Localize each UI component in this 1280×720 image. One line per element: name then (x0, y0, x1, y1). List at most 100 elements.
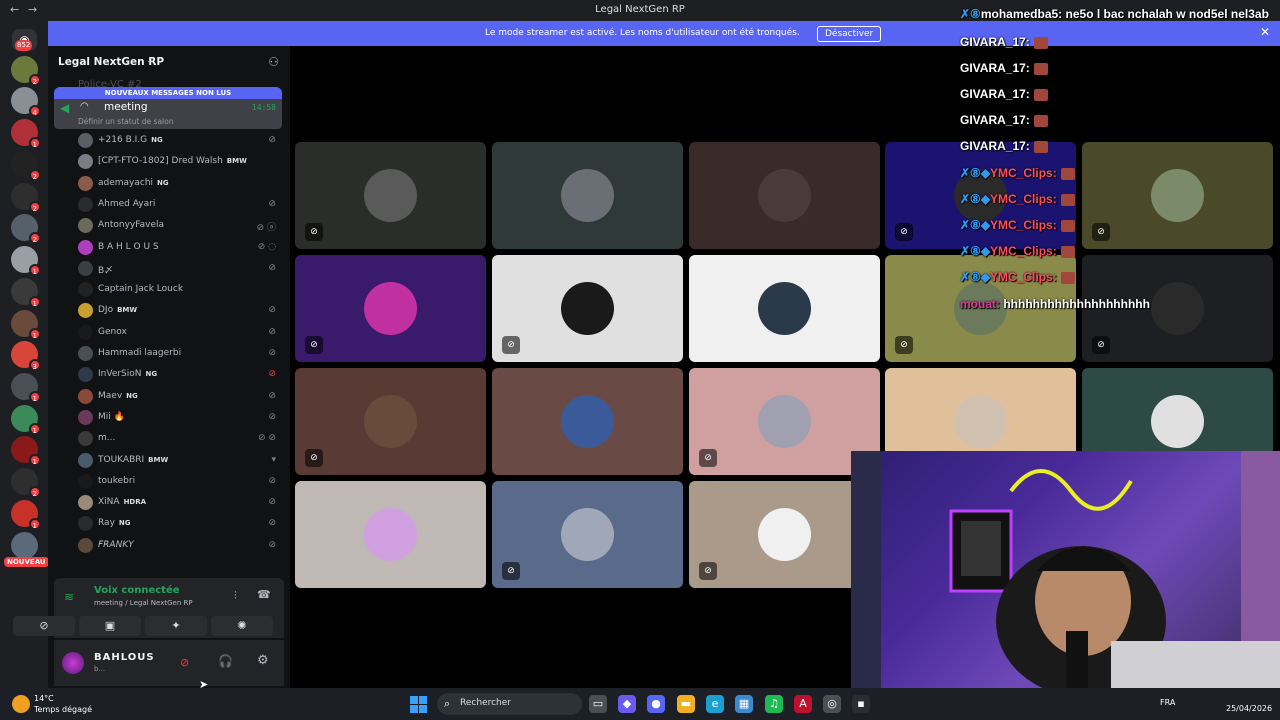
taskbar-app-icon[interactable]: A (794, 695, 812, 713)
taskbar-app-icon[interactable]: ● (647, 695, 665, 713)
unread-messages-pill[interactable]: NOUVEAUX MESSAGES NON LUS (54, 87, 282, 99)
activities-icon[interactable]: ✦ (145, 616, 207, 636)
signal-icon[interactable]: ≋ (64, 590, 74, 604)
server-icon[interactable]: 1 (11, 500, 41, 530)
taskbar-app-icon[interactable]: e (706, 695, 724, 713)
participant-tile[interactable] (492, 142, 683, 249)
language-indicator[interactable]: FRA (1160, 698, 1175, 707)
voice-member[interactable]: InVerSioN NG ⊘ (78, 365, 278, 385)
participant-tile[interactable] (689, 142, 880, 249)
voice-channel-meeting[interactable]: ◀ ◠ meeting 14:58 Définir un statut de s… (54, 99, 282, 129)
emote-icon (1033, 88, 1048, 101)
member-name-text: InVerSioN (98, 369, 142, 380)
soundboard-icon[interactable]: ✺ (211, 616, 273, 636)
participant-tile[interactable]: ⊘ (295, 368, 486, 475)
avatar (758, 282, 811, 335)
muted-mic-icon: ⊘ (502, 336, 520, 354)
voice-member[interactable]: Hammadi laagerbi ⊘ (78, 344, 278, 364)
chat-username: YMC_Clips: (990, 166, 1057, 180)
voice-member[interactable]: +216 B.I.G NG ⊘ (78, 131, 278, 151)
voice-member[interactable]: ademayachi NG (78, 174, 278, 194)
disable-streamer-mode-button[interactable]: Désactiver (817, 26, 882, 42)
server-icon[interactable]: 2 (11, 468, 41, 498)
voice-member[interactable]: DJo BMW ⊘ (78, 301, 278, 321)
taskbar-search[interactable]: ⌕ Rechercher (437, 693, 582, 715)
windows-start-icon[interactable] (410, 696, 427, 713)
emote-icon (1033, 114, 1048, 127)
voice-member[interactable]: Maev NG ⊘ (78, 387, 278, 407)
member-name: Ahmed Ayari (98, 199, 155, 209)
voice-member[interactable]: Genox ⊘ (78, 323, 278, 343)
chat-username: GIVARA_17: (960, 87, 1030, 101)
member-name-text: ademayachi (98, 177, 154, 188)
server-icon[interactable]: 1 (11, 310, 41, 340)
taskbar-app-icon[interactable]: ▬ (677, 695, 695, 713)
taskbar-app-icon[interactable]: ▪ (852, 695, 870, 713)
server-icon[interactable]: 1 (11, 119, 41, 149)
voice-location[interactable]: meeting / Legal NextGen RP (94, 599, 193, 607)
camera-off-icon[interactable]: ⊘ (13, 616, 75, 636)
voice-member[interactable]: TOUKABRI BMW ▾ (78, 451, 278, 471)
taskbar-app-icon[interactable]: ▦ (735, 695, 753, 713)
server-icon[interactable]: 2 (11, 151, 41, 181)
voice-member[interactable]: 𝘍𝘙𝘈𝘕𝘒𝘠 ⊘ (78, 536, 278, 556)
channel-status[interactable]: Définir un statut de salon (78, 117, 173, 126)
gear-icon[interactable]: ⚙ (257, 653, 269, 668)
voice-member[interactable]: Ahmed Ayari ⊘ (78, 195, 278, 215)
participant-tile[interactable]: ⊘ (295, 142, 486, 249)
voice-member[interactable]: [CPT-FTO-1802] Dred Walsh BMW (78, 152, 278, 172)
headset-icon[interactable]: 🎧 (218, 654, 233, 668)
voice-member[interactable]: AntonyyFavela ⊘ ⓐ (78, 216, 278, 236)
disconnect-icon[interactable]: ☎ (257, 588, 271, 601)
close-icon[interactable]: ✕ (1260, 25, 1270, 39)
speaker-icon: ◀ (60, 101, 70, 115)
participant-tile[interactable]: ⊘ (492, 481, 683, 588)
participant-tile[interactable] (689, 255, 880, 362)
member-name: Captain Jack Louck (98, 284, 183, 294)
server-icon[interactable]: 3 (11, 341, 41, 371)
avatar (78, 218, 93, 234)
taskbar-app-icon[interactable]: ◎ (823, 695, 841, 713)
participant-tile[interactable] (295, 481, 486, 588)
voice-member[interactable]: XiNA HDRA ⊘ (78, 493, 278, 513)
muted-mic-icon: ⊘ (305, 336, 323, 354)
server-icon[interactable]: 2 (11, 183, 41, 213)
server-icon[interactable]: 2 (11, 56, 41, 86)
participant-tile[interactable]: ⊘ (1082, 142, 1273, 249)
clock-date[interactable]: 25/04/2026 (1226, 704, 1272, 713)
weather-icon[interactable] (12, 695, 30, 713)
participant-tile[interactable]: ⊘ (295, 255, 486, 362)
emote-icon (1033, 36, 1048, 49)
participant-tile[interactable] (492, 368, 683, 475)
server-icon[interactable]: 2 (11, 214, 41, 244)
chat-username: GIVARA_17: (960, 113, 1030, 127)
server-icon[interactable]: 1 (11, 436, 41, 466)
server-icon[interactable]: 1 (11, 373, 41, 403)
avatar[interactable] (62, 652, 84, 674)
participant-tile[interactable]: ⊘ (492, 255, 683, 362)
voice-member[interactable]: m... ⊘ ⊘ (78, 429, 278, 449)
voice-member[interactable]: toukebri ⊘ (78, 472, 278, 492)
server-icon[interactable]: 1 (11, 278, 41, 308)
avatar (758, 169, 811, 222)
server-icon[interactable] (11, 532, 38, 559)
server-icon[interactable]: 4 (11, 87, 41, 117)
noise-suppression-icon[interactable]: ⫶ (234, 589, 237, 603)
muted-mic-icon: ⊘ (895, 223, 913, 241)
server-icon[interactable]: 1 (11, 405, 41, 435)
taskbar-app-icon[interactable]: ♫ (765, 695, 783, 713)
taskbar-app-icon[interactable]: ◆ (618, 695, 636, 713)
mute-mic-icon[interactable]: ⊘ (180, 656, 189, 669)
voice-member[interactable]: B〆 ⊘ (78, 259, 278, 279)
server-icon[interactable]: 1 (11, 246, 41, 276)
voice-member[interactable]: Mii 🔥 ⊘ (78, 408, 278, 428)
add-friend-icon[interactable]: ⚇ (268, 55, 279, 69)
taskbar-app-icon[interactable]: ▭ (589, 695, 607, 713)
screen-share-icon[interactable]: ▣ (79, 616, 141, 636)
voice-member[interactable]: Ray NG ⊘ (78, 514, 278, 534)
voice-member[interactable]: Captain Jack Louck (78, 280, 278, 300)
channel-name: meeting (104, 101, 148, 113)
muted-mic-icon: ⊘ (1092, 223, 1110, 241)
voice-member[interactable]: B A H L O U S ⊘ ◌ (78, 238, 278, 258)
guild-header[interactable]: Legal NextGen RP ⌄ ⚇ (48, 46, 290, 78)
